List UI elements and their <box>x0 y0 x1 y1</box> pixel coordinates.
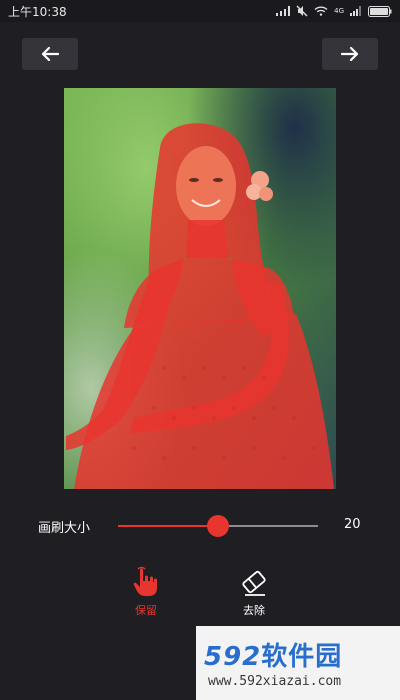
arrow-left-icon <box>41 46 60 62</box>
site-watermark: 592软件园 www.592xiazai.com <box>196 626 400 700</box>
brush-size-label: 画刷大小 <box>38 521 91 536</box>
watermark-logo-text: 软件园 <box>261 642 343 672</box>
status-bar: 上午10:38 4G <box>0 0 400 22</box>
brush-size-slider-fill <box>118 525 218 527</box>
forward-button[interactable] <box>322 38 378 70</box>
erase-tool-button[interactable]: 去除 <box>224 566 284 622</box>
status-icons: 4G <box>276 5 392 17</box>
photo-image <box>64 88 336 489</box>
keep-tool-button[interactable]: 保留 <box>116 566 176 622</box>
keep-tool-label: 保留 <box>135 604 157 617</box>
mute-icon <box>296 5 308 17</box>
brush-size-value: 20 <box>344 517 361 532</box>
arrow-right-icon <box>340 46 359 62</box>
watermark-logo: 592软件园 <box>204 636 342 673</box>
eraser-icon <box>242 570 266 596</box>
network-type-label: 4G <box>334 6 344 15</box>
watermark-url: www.592xiazai.com <box>208 674 342 689</box>
photo-canvas[interactable] <box>64 88 336 489</box>
brush-size-control: 画刷大小 20 <box>0 510 400 542</box>
signal-icon <box>276 6 291 16</box>
hand-pointer-icon <box>133 566 157 596</box>
watermark-logo-digits: 592 <box>204 642 262 672</box>
brush-size-slider-thumb[interactable] <box>207 515 229 537</box>
wifi-icon <box>314 6 328 16</box>
signal-icon-secondary <box>350 6 361 16</box>
erase-tool-label: 去除 <box>243 604 265 617</box>
back-button[interactable] <box>22 38 78 70</box>
battery-icon <box>368 5 392 17</box>
status-time: 上午10:38 <box>8 4 67 19</box>
